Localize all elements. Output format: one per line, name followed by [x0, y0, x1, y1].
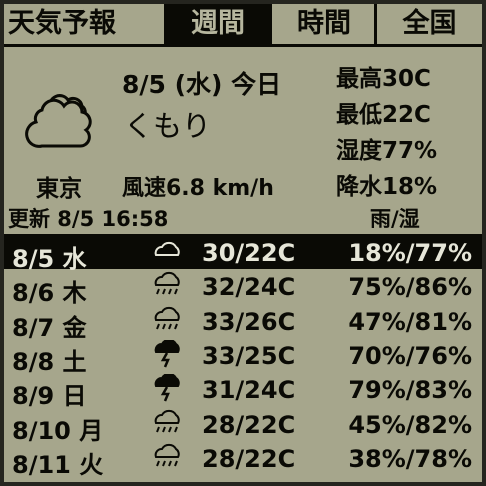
forecast-row[interactable]: 8/5 水 30/22C 18%/77% — [4, 234, 482, 273]
today-high: 最高30C — [336, 66, 431, 92]
forecast-temperature: 33/25C — [202, 341, 296, 370]
forecast-temperature: 32/24C — [202, 273, 296, 302]
thunderstorm-icon — [154, 374, 180, 402]
forecast-row[interactable]: 8/9 日 31/24C 79%/83% — [4, 371, 482, 410]
forecast-precip-humidity: 38%/78% — [348, 444, 472, 473]
forecast-row[interactable]: 8/7 金 33/26C 47%/81% — [4, 303, 482, 342]
forecast-row[interactable]: 8/10 月 28/22C 45%/82% — [4, 406, 482, 445]
forecast-row[interactable]: 8/6 木 32/24C 75%/86% — [4, 268, 482, 307]
update-time: 更新 8/5 16:58 — [8, 207, 169, 231]
tab-weekly[interactable]: 週間 — [164, 4, 272, 44]
forecast-precip-humidity: 75%/86% — [348, 273, 472, 302]
today-humidity: 湿度77% — [336, 138, 438, 164]
today-low: 最低22C — [336, 102, 431, 128]
forecast-temperature: 30/22C — [202, 239, 296, 267]
forecast-temperature: 28/22C — [202, 410, 296, 439]
forecast-temperature: 28/22C — [202, 444, 296, 473]
today-date: 8/5 (水) 今日 — [122, 70, 282, 99]
today-condition: くもり — [124, 109, 212, 143]
cloudy-icon — [154, 241, 180, 256]
thunderstorm-icon — [154, 339, 180, 368]
list-header-precip-humidity: 雨/湿 — [370, 207, 420, 231]
rain-cloud-icon — [154, 409, 180, 432]
forecast-temperature: 31/24C — [202, 376, 296, 405]
tab-nationwide[interactable]: 全国 — [377, 4, 482, 44]
app-title: 天気予報 — [8, 8, 116, 39]
forecast-precip-humidity: 47%/81% — [348, 307, 472, 336]
forecast-precip-humidity: 18%/77% — [348, 239, 472, 267]
forecast-row[interactable]: 8/11 火 28/22C 38%/78% — [4, 440, 482, 479]
forecast-precip-humidity: 45%/82% — [348, 410, 472, 439]
forecast-temperature: 33/26C — [202, 307, 296, 336]
weather-app-screen: 天気予報 週間 時間 全国 8/5 (水) 今日 くもり 最高30C 最低22C… — [4, 4, 482, 482]
rain-cloud-icon — [154, 443, 180, 467]
city-name: 東京 — [36, 176, 82, 202]
rain-cloud-icon — [154, 306, 180, 329]
forecast-precip-humidity: 79%/83% — [348, 376, 472, 405]
forecast-precip-humidity: 70%/76% — [348, 341, 472, 370]
tab-bar: 天気予報 週間 時間 全国 — [4, 4, 482, 47]
forecast-row[interactable]: 8/8 土 33/25C 70%/76% — [4, 337, 482, 376]
cloudy-icon — [25, 94, 92, 148]
rain-cloud-icon — [154, 272, 180, 295]
wind-speed: 風速6.8 km/h — [122, 176, 274, 201]
today-precipitation: 降水18% — [336, 174, 438, 200]
tab-hourly[interactable]: 時間 — [274, 4, 377, 44]
forecast-date: 8/11 火 — [12, 450, 104, 479]
